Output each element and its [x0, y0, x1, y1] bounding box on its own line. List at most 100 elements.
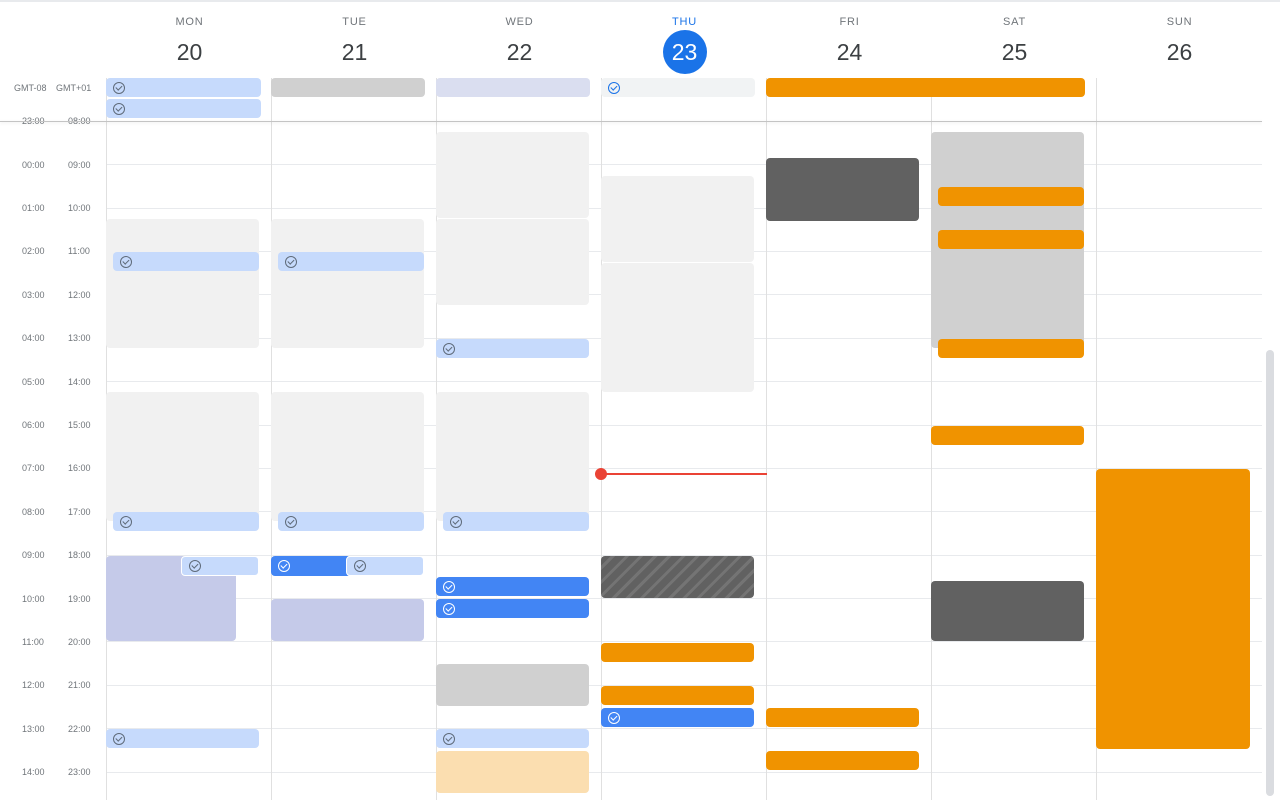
day-number[interactable]: 21 — [333, 30, 377, 74]
time-label-primary: 16:00 — [68, 463, 91, 473]
event-block[interactable] — [931, 581, 1084, 641]
task-chip[interactable] — [436, 599, 589, 618]
task-chip[interactable] — [443, 512, 589, 531]
hour-gridline — [106, 772, 1262, 773]
event-chip[interactable] — [938, 339, 1084, 358]
day-number[interactable]: 22 — [498, 30, 542, 74]
scrollbar-thumb[interactable] — [1266, 350, 1274, 796]
timezone-secondary-label: GMT-08 — [14, 83, 47, 93]
allday-event-multiday[interactable] — [766, 78, 1085, 97]
task-check-icon — [443, 580, 455, 593]
task-check-icon — [113, 732, 125, 745]
task-chip[interactable] — [113, 252, 259, 271]
task-chip[interactable] — [436, 339, 589, 358]
task-check-icon — [450, 515, 462, 528]
event-chip[interactable] — [938, 187, 1084, 206]
time-label-primary: 22:00 — [68, 724, 91, 734]
time-label-primary: 09:00 — [68, 160, 91, 170]
day-number[interactable]: 20 — [168, 30, 212, 74]
day-number[interactable]: 25 — [993, 30, 1037, 74]
day-header-sun[interactable]: SUN 26 — [1097, 0, 1262, 78]
event-block[interactable] — [766, 158, 919, 221]
day-name: SUN — [1166, 16, 1193, 28]
event-chip[interactable] — [601, 686, 754, 705]
day-header-wed[interactable]: WED 22 — [437, 0, 602, 78]
time-label-primary: 19:00 — [68, 594, 91, 604]
event-block[interactable] — [271, 392, 424, 521]
event-chip[interactable] — [766, 708, 919, 727]
time-label-primary: 20:00 — [68, 637, 91, 647]
day-header-mon[interactable]: MON 20 — [107, 0, 272, 78]
task-chip[interactable] — [113, 512, 259, 531]
day-name: TUE — [342, 16, 367, 28]
day-header-fri[interactable]: FRI 24 — [767, 0, 932, 78]
allday-task[interactable] — [601, 78, 755, 97]
event-block[interactable] — [436, 219, 589, 305]
event-block[interactable] — [106, 219, 259, 348]
time-label-secondary: 12:00 — [22, 680, 45, 690]
event-block[interactable] — [436, 132, 589, 218]
task-chip[interactable] — [278, 252, 424, 271]
allday-task[interactable] — [106, 99, 261, 118]
allday-task[interactable] — [106, 78, 261, 97]
event-chip[interactable] — [601, 643, 754, 662]
allday-event[interactable] — [436, 78, 590, 97]
time-label-primary: 23:00 — [68, 767, 91, 777]
task-check-icon — [113, 81, 125, 94]
day-header-tue[interactable]: TUE 21 — [272, 0, 437, 78]
time-label-secondary: 05:00 — [22, 377, 45, 387]
time-label-secondary: 06:00 — [22, 420, 45, 430]
time-label-secondary: 01:00 — [22, 203, 45, 213]
time-label-secondary: 03:00 — [22, 290, 45, 300]
day-number[interactable]: 26 — [1158, 30, 1202, 74]
task-check-icon — [443, 342, 455, 355]
task-check-icon — [285, 515, 297, 528]
task-chip[interactable] — [436, 577, 589, 596]
day-number-today[interactable]: 23 — [662, 30, 707, 74]
task-chip[interactable] — [346, 556, 424, 576]
event-block-declined[interactable] — [601, 556, 754, 598]
time-label-primary: 10:00 — [68, 203, 91, 213]
task-check-icon — [608, 711, 620, 724]
time-label-primary: 18:00 — [68, 550, 91, 560]
time-label-secondary: 14:00 — [22, 767, 45, 777]
task-check-icon — [285, 255, 297, 268]
event-block[interactable] — [601, 263, 754, 392]
time-label-primary: 17:00 — [68, 507, 91, 517]
event-chip[interactable] — [931, 426, 1084, 445]
time-label-secondary: 13:00 — [22, 724, 45, 734]
event-block[interactable] — [436, 392, 589, 521]
time-label-secondary: 00:00 — [22, 160, 45, 170]
current-time-dot — [595, 468, 607, 480]
task-check-icon — [443, 602, 455, 615]
task-chip[interactable] — [106, 729, 259, 748]
event-block[interactable] — [601, 176, 754, 262]
event-block[interactable] — [106, 392, 259, 521]
hour-gridline — [106, 728, 1262, 729]
time-label-secondary: 04:00 — [22, 333, 45, 343]
task-check-icon — [354, 560, 366, 572]
allday-event[interactable] — [271, 78, 425, 97]
day-header-thu-today[interactable]: THU 23 — [602, 0, 767, 78]
task-chip[interactable] — [601, 708, 754, 727]
time-label-secondary: 02:00 — [22, 246, 45, 256]
task-chip[interactable] — [436, 729, 589, 748]
task-check-icon — [608, 81, 620, 94]
event-block[interactable] — [271, 219, 424, 348]
event-block[interactable] — [271, 599, 424, 641]
event-block[interactable] — [1096, 469, 1250, 749]
event-chip[interactable] — [938, 230, 1084, 249]
day-name: SAT — [1003, 16, 1026, 28]
day-header-sat[interactable]: SAT 25 — [932, 0, 1097, 78]
event-block[interactable] — [436, 751, 589, 793]
time-label-primary: 14:00 — [68, 377, 91, 387]
event-block[interactable] — [436, 664, 589, 706]
day-number[interactable]: 24 — [828, 30, 872, 74]
task-chip[interactable] — [181, 556, 259, 576]
task-chip[interactable] — [278, 512, 424, 531]
time-label-primary: 13:00 — [68, 333, 91, 343]
time-label-primary: 21:00 — [68, 680, 91, 690]
time-label-secondary: 10:00 — [22, 594, 45, 604]
task-chip[interactable] — [271, 556, 351, 576]
event-chip[interactable] — [766, 751, 919, 770]
